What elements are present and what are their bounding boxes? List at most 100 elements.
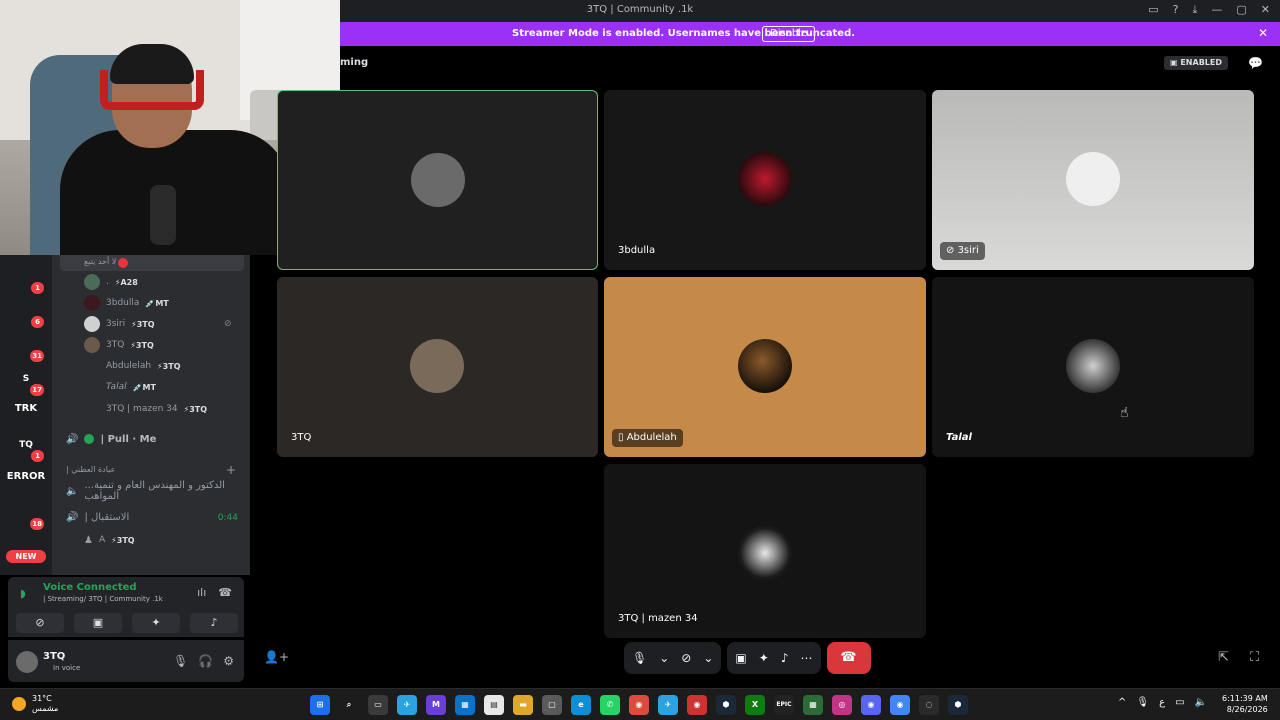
soundboard-button[interactable]: ♪ xyxy=(190,613,238,633)
instagram-icon[interactable]: ◎ xyxy=(832,695,852,715)
server-icon[interactable]: TQ 1 xyxy=(12,431,44,462)
steam-icon[interactable]: ⬢ xyxy=(716,695,736,715)
signal-icon[interactable]: ◗ xyxy=(20,587,26,600)
stage-channel-row[interactable]: لا أحد يتبع xyxy=(60,255,244,271)
file-icon[interactable]: ▤ xyxy=(484,695,504,715)
live-dot-icon xyxy=(118,258,128,268)
video-tile[interactable]: 3TQ xyxy=(277,277,598,457)
chevron-up-icon[interactable]: ^ xyxy=(1118,697,1126,708)
minimize-icon[interactable]: — xyxy=(1211,3,1222,17)
discord-icon[interactable]: ◉ xyxy=(861,695,881,715)
server-trk[interactable]: TRK xyxy=(4,403,48,414)
soundboard-icon[interactable]: ♪ xyxy=(781,651,789,665)
voice-connected-title[interactable]: Voice Connected xyxy=(43,582,137,593)
app-icon[interactable]: ◌ xyxy=(919,695,939,715)
server-icon[interactable]: S 17 xyxy=(12,365,44,396)
chevron-down-icon[interactable]: ⌄ xyxy=(659,651,669,665)
voice-connected-subtitle[interactable]: | Streaming/ 3TQ | Community .1k xyxy=(43,595,163,603)
avatar[interactable] xyxy=(16,651,38,673)
disconnect-icon[interactable]: ☎ xyxy=(218,586,232,599)
folder-icon[interactable]: ▬ xyxy=(513,695,533,715)
voice-user[interactable]: . ⚡A28 xyxy=(84,273,138,291)
microphone-icon[interactable]: 🎙 xyxy=(1136,697,1149,708)
server-icon[interactable]: 31 xyxy=(12,331,44,362)
video-tile[interactable]: 3TQ | mazen 34 xyxy=(604,464,926,638)
popout-icon[interactable]: ⇱ xyxy=(1218,650,1229,665)
video-tile[interactable]: ▯ Abdulelah xyxy=(604,277,926,457)
activities-button[interactable]: ✦ xyxy=(132,613,180,633)
disable-streamer-mode-button[interactable]: Disable xyxy=(762,26,816,42)
app-icon[interactable]: ▦ xyxy=(455,695,475,715)
chrome-icon[interactable]: ◉ xyxy=(629,695,649,715)
telegram-icon[interactable]: ✈ xyxy=(658,695,678,715)
app-icon[interactable]: ▦ xyxy=(803,695,823,715)
channel-istiqbal[interactable]: 🔊 | الاستقبال xyxy=(66,508,129,526)
help-icon[interactable]: ? xyxy=(1173,3,1179,17)
edge-icon[interactable]: e xyxy=(571,695,591,715)
new-unreads-pill[interactable]: NEW xyxy=(6,550,46,563)
voice-user[interactable]: 3siri ⚡3TQ ⊘ xyxy=(84,315,232,333)
activities-icon[interactable]: ✦ xyxy=(759,651,769,665)
add-channel-icon[interactable]: + xyxy=(226,463,236,477)
screen-share-button[interactable]: ▣ xyxy=(74,613,122,633)
gear-icon[interactable]: ⚙ xyxy=(223,654,234,668)
microphone-icon[interactable]: 🎙 xyxy=(173,654,188,668)
add-user-icon[interactable]: 👤+ xyxy=(264,650,289,664)
more-options-icon[interactable]: ⋯ xyxy=(801,651,813,665)
server-icon[interactable]: 6 xyxy=(12,297,44,328)
inbox-icon[interactable]: ▭ xyxy=(1148,3,1158,17)
language-indicator[interactable]: ع xyxy=(1159,697,1165,708)
video-tile[interactable]: Talal xyxy=(932,277,1254,457)
network-icon[interactable]: ▭ xyxy=(1175,697,1184,708)
chrome-icon[interactable]: ◉ xyxy=(687,695,707,715)
server-error[interactable]: ERROR xyxy=(4,471,48,482)
close-window-icon[interactable]: ✕ xyxy=(1261,3,1270,17)
voice-user[interactable]: 3TQ ⚡3TQ xyxy=(84,336,154,354)
noise-suppression-icon[interactable]: ılı xyxy=(197,586,206,599)
search-icon[interactable]: ⌕ xyxy=(339,695,359,715)
telegram-icon[interactable]: ✈ xyxy=(397,695,417,715)
voice-user[interactable]: Abdulelah ⚡3TQ xyxy=(84,357,181,375)
clock[interactable]: 6:11:39 AM 8/26/2026 xyxy=(1222,693,1268,715)
volume-icon[interactable]: 🔈 xyxy=(1195,697,1207,708)
chevron-down-icon[interactable]: ⌄ xyxy=(703,651,713,665)
epic-games-icon[interactable]: EPIC xyxy=(774,695,794,715)
video-tile[interactable]: ⊘ 3siri xyxy=(932,90,1254,270)
screen-share-icon[interactable]: ▣ xyxy=(735,651,746,665)
fullscreen-icon[interactable]: ⛶ xyxy=(1250,650,1259,665)
steam-icon[interactable]: ⬢ xyxy=(948,695,968,715)
app-icon[interactable]: M xyxy=(426,695,446,715)
chrome-icon[interactable]: ◉ xyxy=(890,695,910,715)
video-tile[interactable]: 3bdulla xyxy=(604,90,926,270)
camera-off-button[interactable]: ⊘ xyxy=(16,613,64,633)
maximize-icon[interactable]: ▢ xyxy=(1236,3,1246,17)
server-icon[interactable]: 1 xyxy=(12,263,44,294)
voice-user[interactable]: Talal 💉MT xyxy=(84,378,156,396)
microphone-icon[interactable]: 🎙 xyxy=(632,651,647,665)
task-view-icon[interactable]: ▭ xyxy=(368,695,388,715)
download-icon[interactable]: ⤓ xyxy=(1193,3,1198,17)
enabled-badge[interactable]: ▣ ENABLED xyxy=(1164,56,1228,70)
close-banner-icon[interactable]: ✕ xyxy=(1258,26,1268,40)
chat-icon[interactable]: 💬 xyxy=(1248,56,1263,70)
headphones-icon[interactable]: 🎧 xyxy=(198,654,213,668)
camera-off-icon[interactable]: ⊘ xyxy=(681,651,691,665)
xbox-icon[interactable]: X xyxy=(745,695,765,715)
channel-category[interactable]: | عيادة العطني + xyxy=(66,463,236,477)
disconnect-button[interactable]: ☎ xyxy=(826,642,871,674)
avatar xyxy=(84,379,100,395)
video-tile[interactable] xyxy=(277,90,598,270)
start-icon[interactable]: ⊞ xyxy=(310,695,330,715)
channel-pull-me[interactable]: 🔊 | Pull · Me xyxy=(66,430,156,448)
voice-user[interactable]: 3TQ | mazen 34 ⚡3TQ xyxy=(84,400,207,418)
user-name[interactable]: 3TQ xyxy=(43,651,65,662)
app-icon[interactable]: ▢ xyxy=(542,695,562,715)
whatsapp-icon[interactable]: ✆ xyxy=(600,695,620,715)
weather-widget[interactable]: 31°C مشمس xyxy=(12,694,58,714)
channel-long[interactable]: 🔈 ...الدكتور و المهندس العام و تنمية الم… xyxy=(66,480,250,502)
voice-connected-panel: ◗ Voice Connected | Streaming/ 3TQ | Com… xyxy=(8,577,244,637)
voice-user[interactable]: 3bdulla 💉MT xyxy=(84,294,169,312)
server-icon[interactable]: 18 xyxy=(12,499,44,530)
mention-badge: 1 xyxy=(31,282,44,294)
voice-user[interactable]: ♟ A ⚡3TQ xyxy=(84,531,135,549)
